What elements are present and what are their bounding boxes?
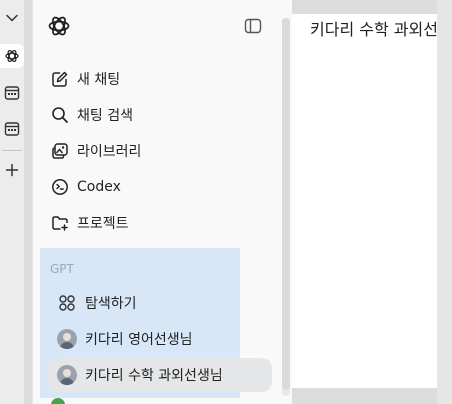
codex-icon [51, 178, 69, 196]
chatgpt-logo-icon [5, 50, 19, 62]
rail-app-window-2[interactable] [0, 117, 24, 141]
chevron-down-icon[interactable] [0, 6, 24, 30]
gpt-section-heading: GPT [50, 262, 74, 276]
new-chat-icon [51, 70, 69, 88]
library-button[interactable]: 라이브러리 [41, 135, 273, 167]
explore-gpts-button[interactable]: 탐색하기 [48, 286, 137, 320]
left-rail [0, 0, 24, 404]
sidebar-header [33, 0, 293, 54]
chat-title[interactable]: 키다리 수학 과외선생님 [310, 16, 452, 40]
window-edge [437, 0, 452, 404]
sidebar: 새 채팅 채팅 검색 라이브러리 Codex 프로젝트 GPT 탐색하기 키다리… [32, 0, 292, 404]
gpt-section: GPT 탐색하기 키다리 영어선생님 키다리 수학 과외선생님 [40, 248, 272, 398]
codex-button[interactable]: Codex [41, 171, 273, 203]
gpt-label: 키다리 수학 과외선생님 [85, 368, 223, 384]
new-chat-button[interactable]: 새 채팅 [41, 63, 273, 95]
nav-label: 프로젝트 [77, 216, 129, 232]
user-avatar[interactable] [51, 398, 65, 404]
gpt-item-english-teacher[interactable]: 키다리 영어선생님 [48, 322, 193, 356]
nav-label: 새 채팅 [77, 72, 121, 88]
projects-button[interactable]: 프로젝트 [41, 207, 273, 239]
chat-main-area: 키다리 수학 과외선생님 [292, 14, 452, 388]
sidebar-scrollbar[interactable] [282, 18, 290, 396]
avatar [57, 329, 77, 349]
nav-label: 라이브러리 [77, 144, 142, 160]
search-icon [51, 106, 69, 124]
sidebar-toggle-icon[interactable] [243, 16, 263, 36]
gpt-label: 탐색하기 [85, 296, 137, 312]
explore-grid-icon [57, 293, 77, 313]
new-project-icon [51, 214, 69, 232]
avatar-wrapper [57, 329, 77, 349]
rail-chatgpt-app[interactable] [0, 44, 24, 68]
chatgpt-logo-icon[interactable] [47, 14, 71, 38]
scrollbar-thumb[interactable] [282, 18, 290, 390]
avatar-wrapper [57, 365, 77, 385]
library-icon [51, 142, 69, 160]
gpt-label: 키다리 영어선생님 [85, 332, 193, 348]
app-window-icon [4, 122, 20, 136]
nav-label: 채팅 검색 [77, 108, 133, 124]
rail-divider [2, 150, 22, 151]
nav-label: Codex [77, 179, 121, 195]
app-window-icon [4, 86, 20, 100]
add-icon[interactable] [0, 158, 24, 182]
rail-app-window-1[interactable] [0, 81, 24, 105]
avatar [57, 365, 77, 385]
gpt-item-math-tutor[interactable]: 키다리 수학 과외선생님 [48, 358, 272, 392]
search-chats-button[interactable]: 채팅 검색 [41, 99, 273, 131]
